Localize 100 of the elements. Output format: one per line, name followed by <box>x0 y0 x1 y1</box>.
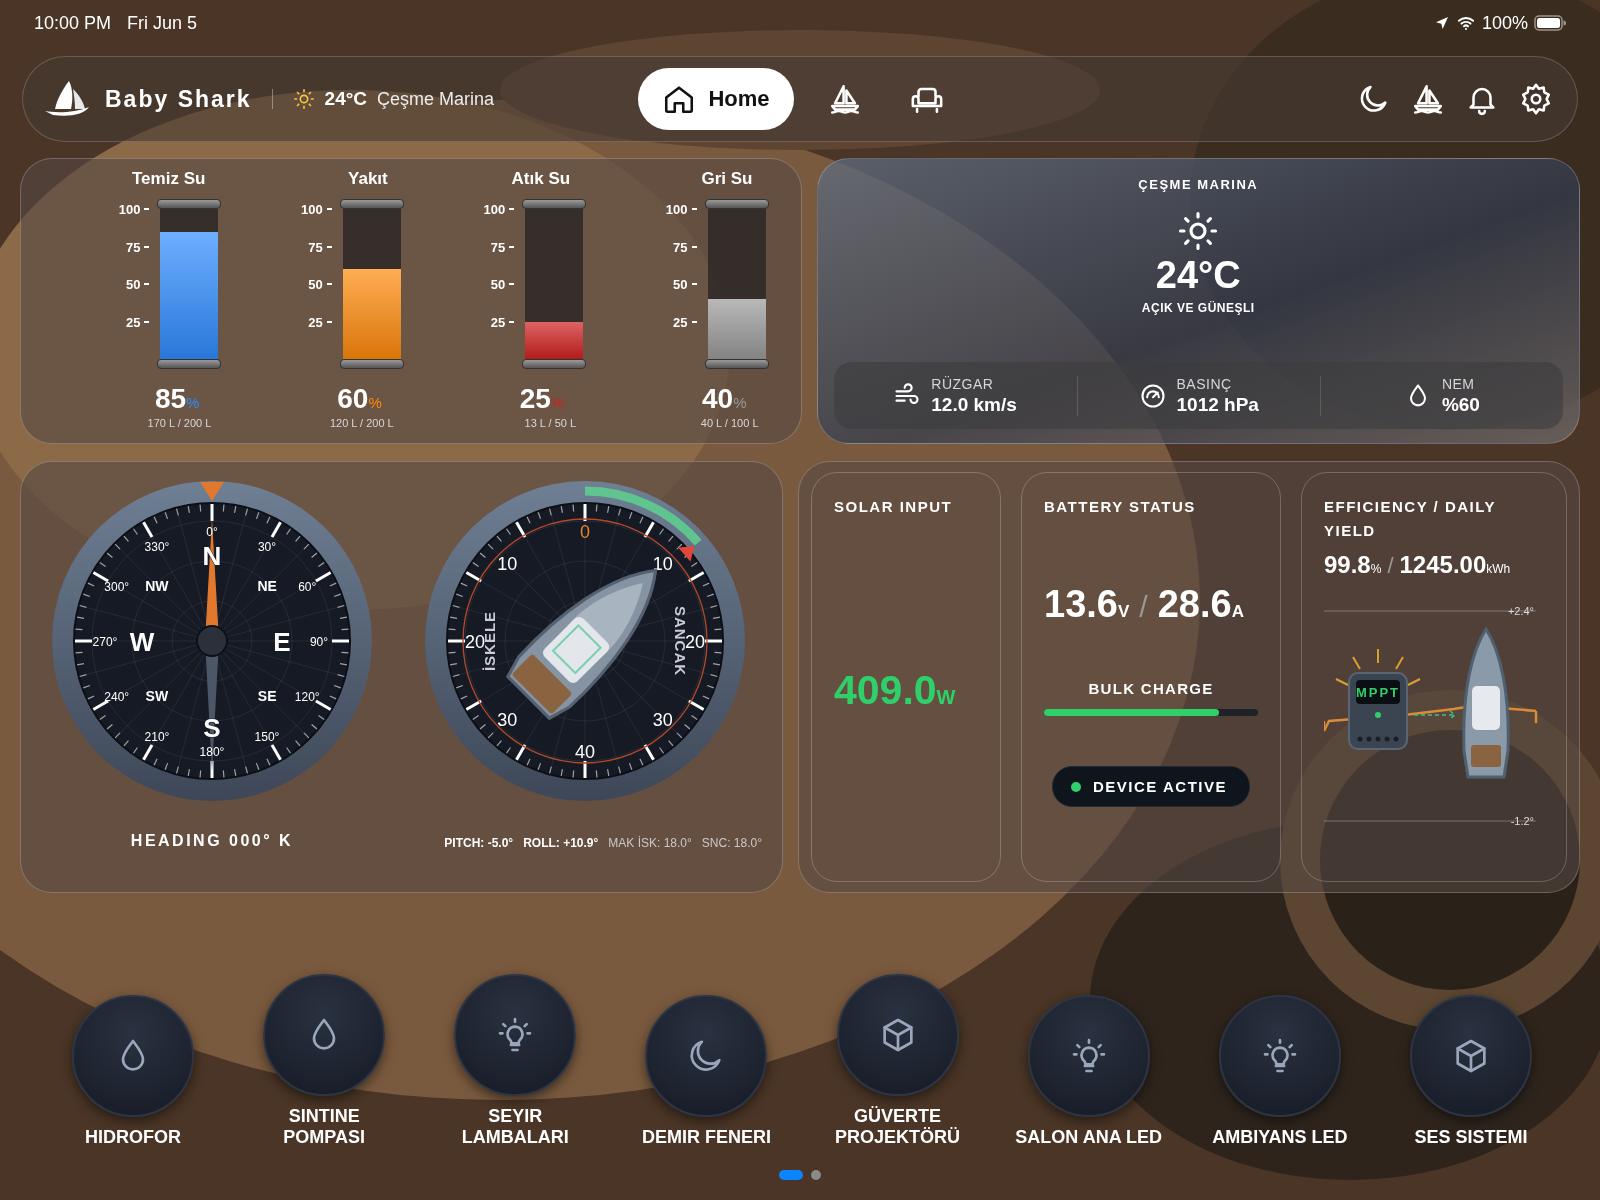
separator-slash: / <box>1139 590 1148 623</box>
scale-label: 100 <box>301 201 323 217</box>
status-date: Fri Jun 5 <box>127 12 198 34</box>
stat-value: 1012 hPa <box>1176 393 1259 416</box>
tank-name: Atık Su <box>511 169 571 189</box>
readout-text: MAK İSK: 18.0° <box>608 836 692 850</box>
voltage-value: 13.6 <box>1044 583 1118 625</box>
scale-label: 100 <box>665 201 688 217</box>
card-title: BATTERY STATUS <box>1044 497 1197 517</box>
roll-marker-icon <box>677 545 694 562</box>
charge-state-label: BULK CHARGE <box>1088 680 1214 697</box>
compass-point-label: W <box>129 627 155 657</box>
settings-icon[interactable] <box>1519 82 1553 116</box>
control-label: SEYIR LAMBALARI <box>461 1106 569 1148</box>
scale-label: 50 <box>308 276 323 292</box>
compass-point-label: NE <box>257 577 277 594</box>
percent-unit: % <box>733 394 747 411</box>
compass-point-label: NW <box>145 577 169 594</box>
tube-cap <box>704 359 769 369</box>
weather-location: ÇEŞME MARINA <box>1138 177 1259 192</box>
compass-point-label: E <box>273 627 291 657</box>
scale-label: 50 <box>490 276 506 292</box>
stat-value: %60 <box>1441 393 1480 416</box>
degree-label: 60° <box>298 580 317 594</box>
degree-label: 210° <box>144 730 170 745</box>
scale-label: 10 <box>652 554 673 575</box>
tank-percent: 85 <box>154 383 187 414</box>
yield-value: 1245.00 <box>1399 551 1487 578</box>
sailboat-icon[interactable] <box>1411 82 1445 116</box>
percent-unit: % <box>550 394 565 411</box>
battery-icon <box>1534 15 1566 31</box>
degree-label: 300° <box>104 580 130 594</box>
stat-value: 12.0 km/s <box>931 393 1017 416</box>
home-tab[interactable]: Home <box>638 68 794 130</box>
tank-capacity: 13 L / 50 L <box>524 417 577 429</box>
card-title: EFFICIENCY / DAILY YIELD <box>1324 497 1497 541</box>
scale-label: 30 <box>496 709 517 730</box>
angle-label: +2.4° <box>1507 605 1534 617</box>
tank-capacity: 170 L / 200 L <box>147 417 212 429</box>
scale-label: 40 <box>574 742 595 762</box>
status-time: 10:00 PM <box>34 12 112 34</box>
tank-name: Gri Su <box>701 169 753 189</box>
tank-percent: 60 <box>337 383 369 414</box>
tank-capacity: 120 L / 200 L <box>329 417 394 429</box>
tube-cap <box>522 199 587 209</box>
control-label: HIDROFOR <box>85 1127 181 1148</box>
readout-text: PITCH: -5.0° <box>444 836 514 850</box>
compass-point-label: SW <box>145 688 169 705</box>
degree-label: 270° <box>92 635 118 649</box>
solar-power-value: 409.0 <box>834 667 937 713</box>
flow-arrow <box>1413 710 1457 720</box>
separator-slash: / <box>1387 553 1394 578</box>
scale-label: 75 <box>673 239 688 254</box>
degree-label: 330° <box>144 539 170 554</box>
tube-cap <box>704 199 769 209</box>
tank-name: Temiz Su <box>132 169 206 189</box>
compass-point-label: SE <box>257 688 277 705</box>
tank-name: Yakıt <box>348 169 388 189</box>
readout-text: SNC: 18.0° <box>701 836 762 850</box>
scale-label: 75 <box>490 239 506 254</box>
brand-name: Baby Shark <box>105 85 252 113</box>
tank-percent: 40 <box>702 383 734 414</box>
scale-label: 75 <box>308 239 323 254</box>
scale-label: 25 <box>490 314 506 329</box>
sun-icon <box>292 88 315 110</box>
degree-label: 0° <box>206 525 218 539</box>
control-label: SALON ANA LED <box>1015 1127 1163 1148</box>
unit-label: A <box>1231 602 1244 621</box>
control-label: DEMIR FENERI <box>641 1127 771 1148</box>
card-title: SOLAR INPUT <box>834 497 954 517</box>
weather-temperature: 24°C <box>1155 254 1241 297</box>
readout-text: ROLL: +10.9° <box>523 836 599 850</box>
scale-label: 50 <box>125 276 141 292</box>
scale-label: 100 <box>483 201 506 217</box>
control-label: SES SISTEMI <box>1414 1127 1528 1148</box>
device-status-text: DEVICE ACTIVE <box>1093 778 1227 795</box>
degree-label: 240° <box>104 690 130 704</box>
scale-label: 75 <box>125 239 141 254</box>
degree-label: 90° <box>309 635 329 649</box>
degree-label: 120° <box>294 690 320 704</box>
gauge-icon <box>1138 381 1167 410</box>
control-label: GÜVERTE PROJEKTÖRÜ <box>835 1106 961 1148</box>
degree-label: 150° <box>254 730 280 745</box>
percent-unit: % <box>368 394 382 411</box>
tube-cap <box>157 199 222 209</box>
scale-label: 25 <box>125 314 141 329</box>
page-dot[interactable] <box>811 1170 821 1180</box>
stat-label: BASINÇ <box>1176 375 1233 392</box>
battery-percent: 100% <box>1481 12 1528 34</box>
heading-readout: HEADING 000° K <box>130 832 294 850</box>
tank-percent: 25 <box>519 383 551 414</box>
compass-point-label: S <box>203 713 221 743</box>
angle-label: -1.2° <box>1510 815 1534 827</box>
degree-label: 180° <box>199 745 225 759</box>
controller-label: MPPT <box>1355 685 1401 700</box>
temperature-text: 24°C <box>324 88 367 110</box>
tube-cap <box>157 359 222 369</box>
tube-cap <box>339 359 404 369</box>
scale-label: 50 <box>673 276 688 292</box>
current-value: 28.6 <box>1157 583 1232 625</box>
